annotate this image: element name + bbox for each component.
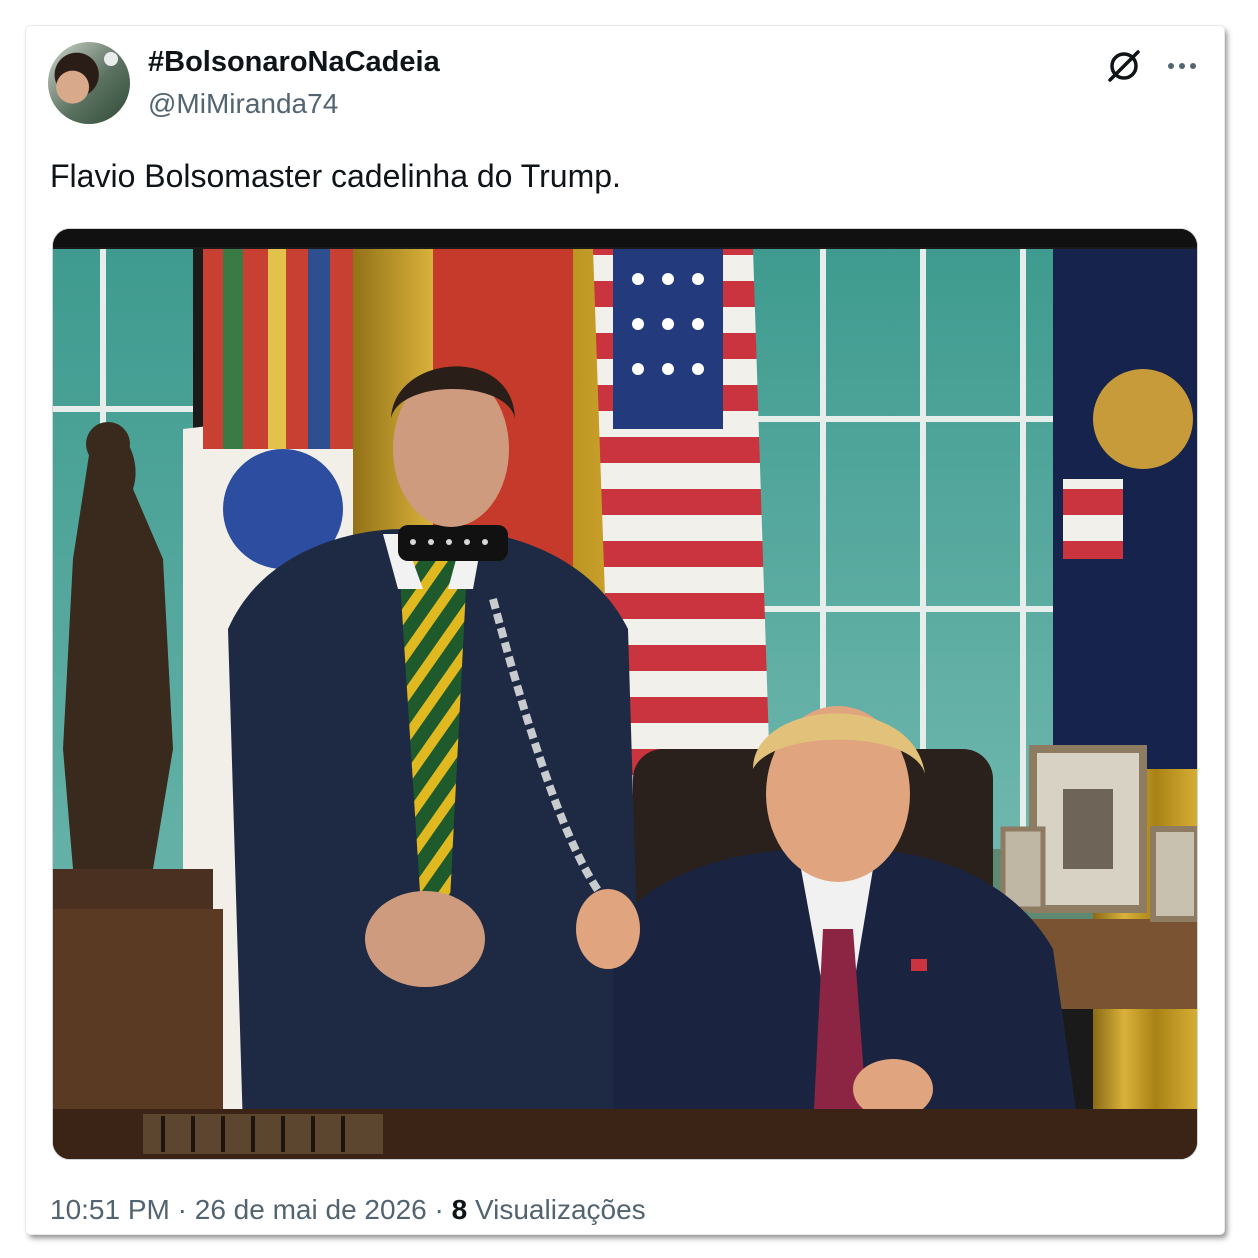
grok-icon[interactable]: [1104, 46, 1144, 86]
tweet-time[interactable]: 10:51 PM: [50, 1194, 170, 1225]
tweet-footer: 10:51 PM · 26 de mai de 2026 · 8 Visuali…: [50, 1194, 646, 1226]
tweet-date[interactable]: 26 de mai de 2026: [195, 1194, 427, 1225]
avatar[interactable]: [48, 42, 130, 124]
views-count: 8: [451, 1194, 468, 1225]
tweet-card[interactable]: #BolsonaroNaCadeia @MiMiranda74 Flavio B…: [26, 26, 1224, 1234]
tweet-photo[interactable]: [52, 228, 1198, 1160]
separator: ·: [169, 1194, 195, 1225]
more-icon[interactable]: [1162, 48, 1202, 84]
tweet-text: Flavio Bolsomaster cadelinha do Trump.: [50, 158, 621, 194]
user-handle[interactable]: @MiMiranda74: [148, 88, 338, 120]
photo-illustration: [53, 229, 1197, 1159]
views-label: Visualizações: [474, 1194, 646, 1225]
separator: ·: [426, 1194, 452, 1225]
display-name[interactable]: #BolsonaroNaCadeia: [148, 46, 440, 79]
avatar-detail: [104, 52, 118, 66]
